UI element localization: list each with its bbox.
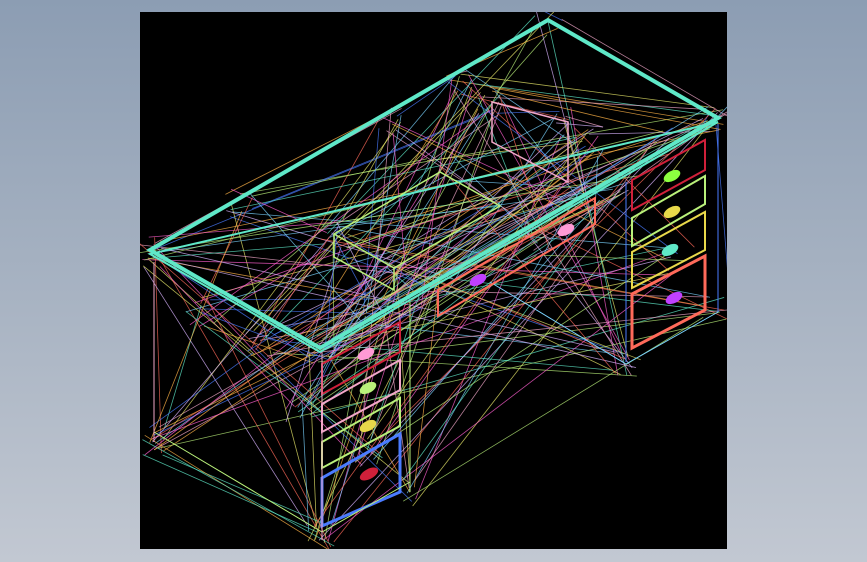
wire-line [251, 235, 340, 344]
wire-line [536, 12, 584, 192]
wire-line [159, 266, 295, 407]
drawer-handles [357, 169, 683, 481]
handle-right-3 [661, 243, 679, 257]
cad-viewport[interactable] [140, 12, 727, 549]
wire-line [142, 439, 335, 547]
wire-line [446, 78, 724, 125]
wire-line [402, 317, 704, 502]
wire-line [414, 149, 648, 481]
desk-wireframe-model [140, 12, 727, 549]
wire-line [301, 402, 310, 532]
wire-line [433, 127, 673, 282]
wire-line [561, 19, 727, 117]
wire-line [149, 352, 254, 428]
wire-line [379, 128, 594, 263]
wire-line [383, 316, 410, 489]
wire-line [164, 305, 202, 428]
wire-line [402, 207, 602, 481]
wire-line [432, 94, 486, 185]
handle-right-1 [663, 169, 681, 183]
wire-line [370, 105, 502, 439]
